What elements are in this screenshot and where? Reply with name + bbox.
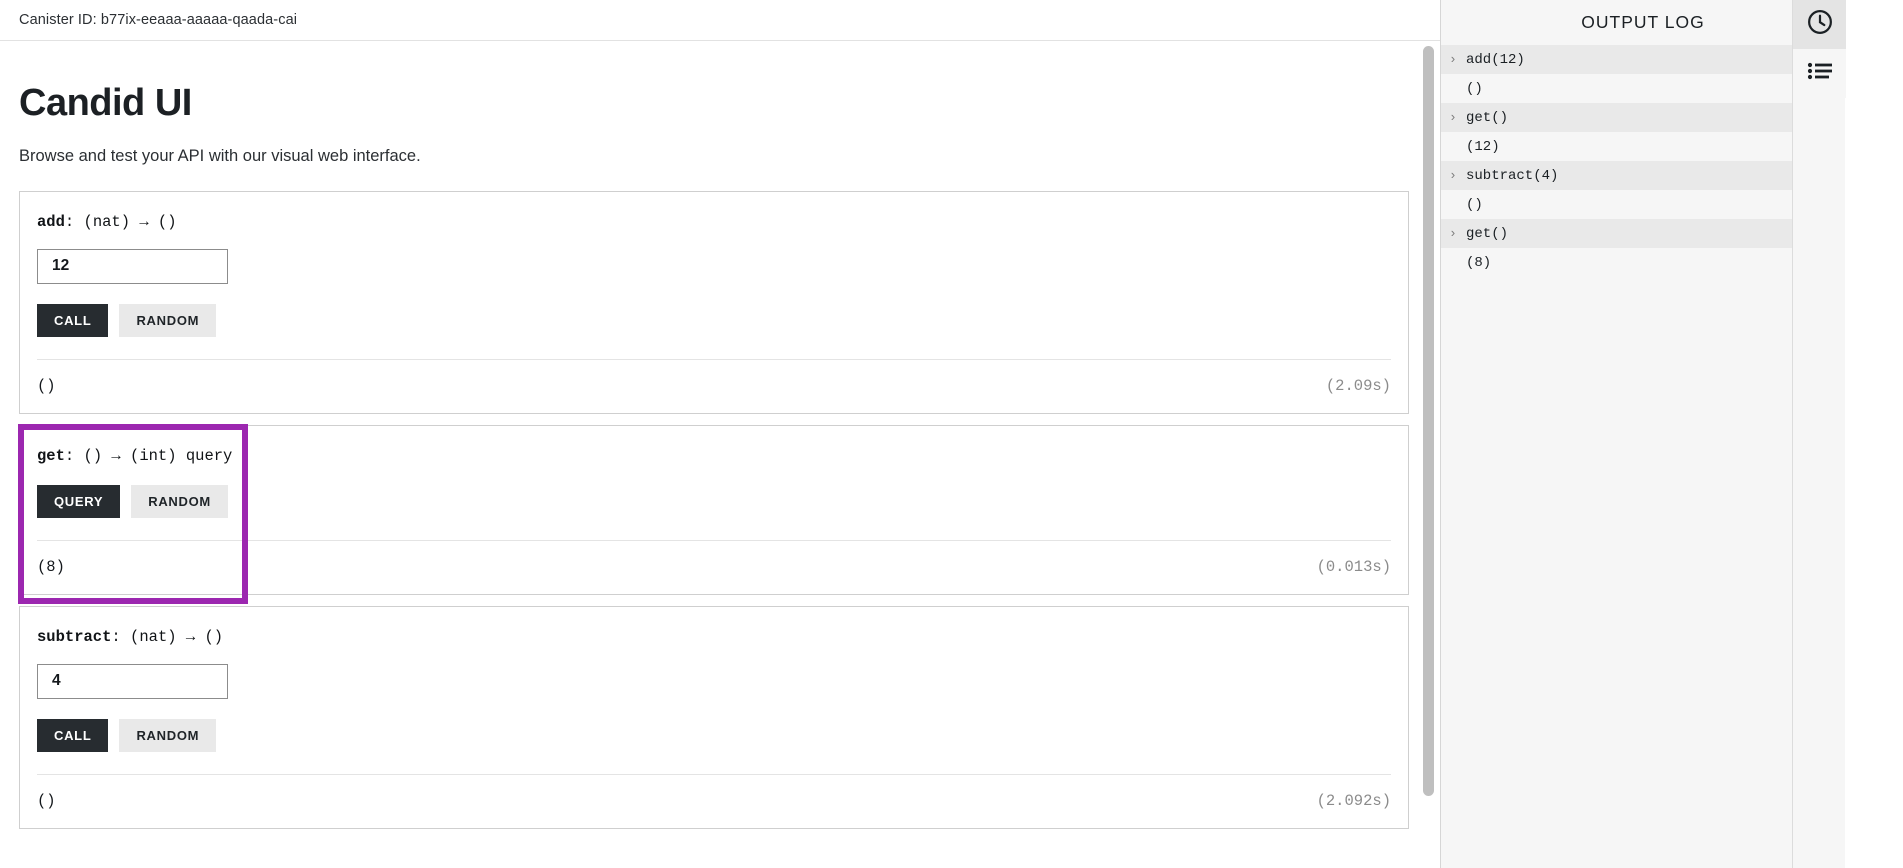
log-entry-text: get()	[1466, 225, 1509, 242]
method-card: add: (nat) → () CALL RANDOM () (2.09s)	[19, 191, 1409, 414]
method-result-duration: (2.09s)	[1325, 376, 1391, 395]
method-result-value: ()	[37, 791, 56, 810]
log-call-row[interactable]: › subtract(4)	[1441, 161, 1845, 190]
method-type-signature: (nat) → ()	[120, 628, 224, 647]
method-result-row: () (2.092s)	[20, 775, 1408, 828]
method-invoke-button[interactable]: QUERY	[37, 485, 121, 519]
method-result-duration: (0.013s)	[1316, 558, 1391, 577]
log-result-row: ()	[1441, 74, 1845, 103]
output-log-panel: OUTPUT LOG › add(12) () › get() (12) › subtract…	[1440, 0, 1846, 868]
main-scrollbar-thumb[interactable]	[1423, 46, 1434, 796]
method-signature: subtract: (nat) → ()	[37, 628, 1408, 647]
method-result-row: () (2.09s)	[20, 360, 1408, 413]
method-card: subtract: (nat) → () CALL RANDOM () (2.092s)	[19, 606, 1409, 829]
log-entry-text: subtract(4)	[1466, 167, 1559, 184]
method-name-colon: :	[64, 446, 75, 465]
log-entry-text: add(12)	[1466, 51, 1525, 68]
method-name-colon: :	[111, 628, 121, 647]
method-argument-input[interactable]	[37, 663, 228, 699]
log-result-row: ()	[1441, 190, 1845, 219]
log-result-row: (8)	[1441, 248, 1845, 277]
method-result-value: ()	[37, 376, 56, 395]
log-call-row[interactable]: › add(12)	[1441, 45, 1845, 74]
canister-id-label: Canister ID: b77ix-eeaaa-aaaaa-qaada-cai	[19, 12, 298, 28]
method-invoke-button[interactable]: CALL	[37, 303, 109, 337]
method-argument-input[interactable]	[37, 248, 228, 284]
method-random-button[interactable]: RANDOM	[119, 303, 217, 337]
main-content: Candid UI Browse and test your API with …	[0, 82, 1440, 829]
output-log-title: OUTPUT LOG	[1581, 12, 1705, 32]
method-name: add	[37, 213, 65, 231]
method-button-row: CALL RANDOM	[37, 303, 1408, 359]
method-random-button[interactable]: RANDOM	[119, 718, 217, 752]
log-entry-text: (8)	[1466, 254, 1492, 271]
method-card-body: get: () → (int) query QUERY RANDOM	[20, 426, 1408, 541]
method-type-signature: () → (int) query	[74, 446, 233, 465]
method-button-row: QUERY RANDOM	[37, 485, 1408, 540]
chevron-right-icon: ›	[1449, 110, 1457, 125]
method-name: subtract	[37, 628, 112, 647]
method-type-signature: (nat) → ()	[74, 213, 177, 231]
page-title: Candid UI	[19, 82, 192, 124]
log-entry-text: ()	[1466, 196, 1483, 213]
method-card-body: add: (nat) → () CALL RANDOM	[20, 192, 1408, 359]
log-call-row[interactable]: › get()	[1441, 219, 1845, 248]
method-card-list: add: (nat) → () CALL RANDOM () (2.09s) get: (…	[18, 191, 1421, 829]
chevron-right-icon: ›	[1449, 168, 1457, 183]
history-tab-button[interactable]	[1793, 0, 1846, 49]
log-list-tab-button[interactable]	[1793, 49, 1846, 98]
log-result-row: (12)	[1441, 132, 1845, 161]
method-random-button[interactable]: RANDOM	[131, 485, 228, 519]
method-result-value: (8)	[37, 558, 65, 577]
method-invoke-button[interactable]: CALL	[37, 718, 109, 752]
chevron-right-icon: ›	[1449, 52, 1457, 67]
method-button-row: CALL RANDOM	[37, 718, 1408, 774]
main-scrollbar[interactable]	[1423, 41, 1434, 868]
log-entry-text: (12)	[1466, 138, 1500, 155]
log-entry-text: get()	[1466, 109, 1509, 126]
list-icon	[1807, 60, 1833, 87]
method-signature: get: () → (int) query	[37, 447, 1408, 466]
method-card: get: () → (int) query QUERY RANDOM (8) (0.01…	[18, 423, 1409, 604]
page-subtitle: Browse and test your API with our visual…	[19, 147, 421, 165]
output-log-list: › add(12) () › get() (12) › subtract(4) () › get()…	[1441, 45, 1845, 277]
clock-icon	[1806, 8, 1834, 41]
method-result-row: (8) (0.013s)	[20, 541, 1408, 594]
chevron-right-icon: ›	[1449, 226, 1457, 241]
method-name-colon: :	[64, 213, 75, 231]
method-signature: add: (nat) → ()	[37, 213, 1408, 232]
icon-rail	[1792, 0, 1846, 868]
output-log-header: OUTPUT LOG	[1441, 0, 1845, 45]
method-name: get	[37, 446, 65, 465]
main-panel: Canister ID: b77ix-eeaaa-aaaaa-qaada-cai…	[0, 0, 1440, 868]
canister-id-bar: Canister ID: b77ix-eeaaa-aaaaa-qaada-cai	[0, 0, 1440, 41]
method-result-duration: (2.092s)	[1316, 791, 1391, 810]
candid-ui-app: Canister ID: b77ix-eeaaa-aaaaa-qaada-cai…	[0, 0, 1903, 868]
log-call-row[interactable]: › get()	[1441, 103, 1845, 132]
method-card-body: subtract: (nat) → () CALL RANDOM	[20, 607, 1408, 774]
log-entry-text: ()	[1466, 80, 1483, 97]
